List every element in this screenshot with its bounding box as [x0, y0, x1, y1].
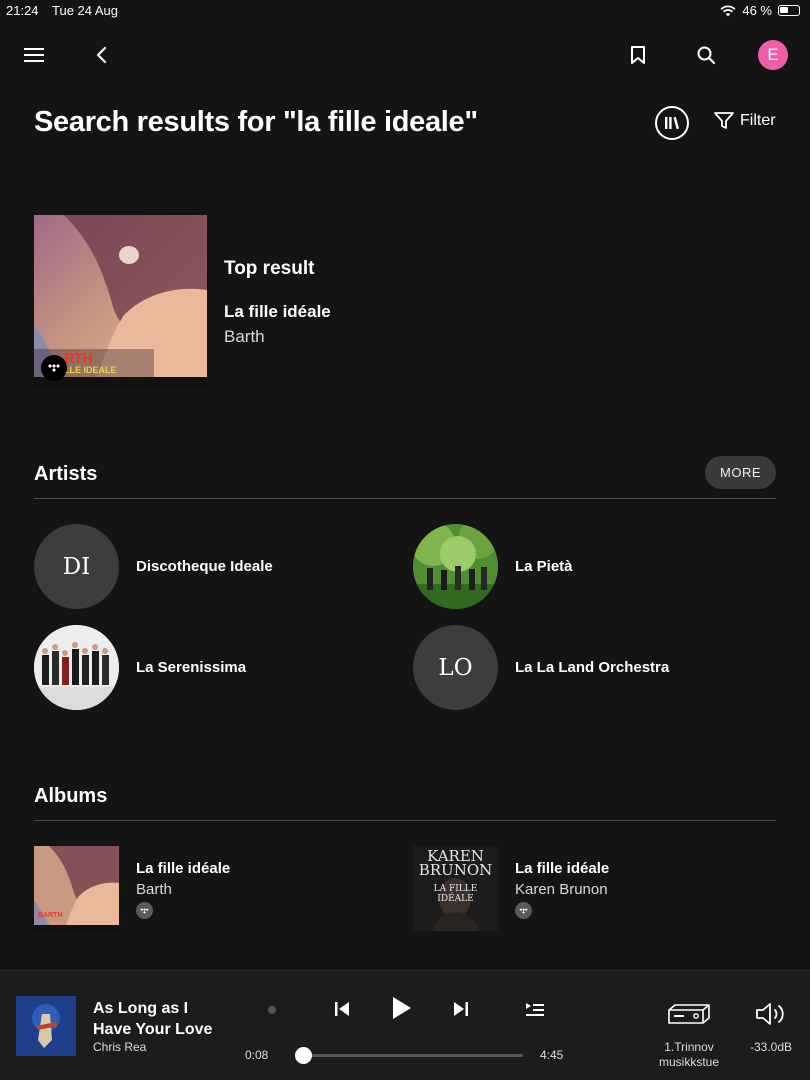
album-art-text: KAREN BRUNON — [413, 849, 498, 879]
artists-heading: Artists — [34, 463, 98, 485]
radio-indicator-icon — [268, 1006, 276, 1014]
search-button[interactable] — [694, 43, 718, 67]
top-result-artist[interactable]: Barth — [224, 327, 265, 347]
tidal-badge — [41, 355, 67, 381]
status-bar: 21:24 Tue 24 Aug 46 % — [0, 0, 810, 22]
album-title: La fille idéale — [515, 860, 610, 877]
artist-photo — [413, 524, 498, 609]
album-item[interactable]: KAREN BRUNON LA FILLE IDÉALE La fille id… — [413, 846, 609, 931]
filter-label: Filter — [740, 112, 776, 129]
artist-photo-image — [413, 524, 498, 609]
hamburger-menu-icon — [24, 48, 44, 62]
artist-name: La La Land Orchestra — [515, 659, 670, 676]
library-button[interactable] — [655, 106, 689, 140]
next-button[interactable] — [449, 997, 473, 1021]
album-item[interactable]: BARTH La fille idéale Barth — [34, 846, 230, 931]
album-art-text-line: LA FILLE — [433, 884, 478, 894]
filter-button[interactable]: Filter — [714, 112, 776, 130]
tidal-icon — [519, 907, 528, 914]
now-playing-bar: As Long as I Have Your Love Chris Rea 0:… — [0, 970, 810, 1080]
progress-handle[interactable] — [294, 1047, 312, 1064]
amplifier-icon — [668, 1004, 710, 1024]
album-art-text: RTH LLE IDEALE — [64, 350, 117, 376]
album-art-text-line: RTH — [64, 350, 93, 366]
avatar[interactable]: E — [758, 40, 788, 70]
album-art-image — [16, 996, 76, 1056]
filter-icon — [714, 112, 734, 129]
tidal-badge — [515, 902, 532, 919]
top-result-title[interactable]: La fille idéale — [224, 302, 331, 322]
album-artist: Barth — [136, 881, 172, 898]
artist-initials-avatar: DI — [34, 524, 119, 609]
now-playing-artwork[interactable] — [16, 996, 76, 1056]
top-result-artwork[interactable]: RTH LLE IDEALE — [34, 215, 207, 388]
back-button[interactable] — [90, 43, 114, 67]
artist-name: La Serenissima — [136, 659, 247, 676]
album-art-text-line: LLE IDEALE — [64, 365, 117, 375]
play-button[interactable] — [386, 993, 416, 1023]
divider — [34, 820, 776, 821]
artist-name: Discotheque Ideale — [136, 558, 273, 575]
tidal-icon — [140, 907, 149, 914]
now-playing-title[interactable]: As Long as I Have Your Love — [93, 998, 223, 1040]
artist-item[interactable]: LO La La Land Orchestra — [413, 625, 669, 710]
play-icon — [393, 997, 411, 1019]
divider — [34, 498, 776, 499]
progress-track[interactable] — [297, 1054, 523, 1057]
more-artists-button[interactable]: MORE — [705, 456, 776, 489]
zone-name[interactable]: 1.Trinnov musikkstue — [648, 1040, 730, 1070]
artist-photo-image — [34, 625, 119, 710]
album-thumbnail: KAREN BRUNON LA FILLE IDÉALE — [413, 846, 498, 931]
status-time: 21:24 — [6, 3, 39, 18]
album-title: La fille idéale — [136, 860, 231, 877]
artist-item[interactable]: DI Discotheque Ideale — [34, 524, 273, 609]
top-result-label: Top result — [224, 258, 315, 279]
menu-button[interactable] — [22, 43, 46, 67]
skip-previous-icon — [335, 1002, 349, 1016]
previous-button[interactable] — [330, 997, 354, 1021]
volume-button[interactable] — [755, 999, 787, 1029]
chevron-left-icon — [96, 46, 107, 64]
status-right: 46 % — [720, 3, 800, 18]
library-icon — [665, 116, 679, 130]
queue-button[interactable] — [523, 997, 547, 1021]
total-time: 4:45 — [540, 1048, 564, 1062]
now-playing-artist[interactable]: Chris Rea — [93, 1040, 146, 1054]
skip-next-icon — [454, 1002, 468, 1016]
album-art-text: BARTH — [38, 912, 63, 919]
artist-item[interactable]: La Serenissima — [34, 625, 246, 710]
artist-name: La Pietà — [515, 558, 573, 575]
bookmark-button[interactable] — [626, 43, 650, 67]
bookmark-icon — [631, 46, 645, 64]
page-title: Search results for "la fille ideale" — [34, 106, 478, 138]
album-thumbnail: BARTH — [34, 846, 119, 931]
artist-photo — [34, 625, 119, 710]
album-artist: Karen Brunon — [515, 881, 608, 898]
tidal-badge — [136, 902, 153, 919]
album-art-subtitle: LA FILLE IDÉALE — [413, 884, 498, 904]
volume-level: -33.0dB — [749, 1040, 793, 1054]
wifi-icon — [720, 4, 736, 16]
zone-button[interactable] — [664, 999, 714, 1029]
artist-item[interactable]: La Pietà — [413, 524, 573, 609]
battery-icon — [778, 5, 800, 16]
album-art-text-line: IDÉALE — [437, 894, 474, 904]
tidal-icon — [48, 364, 60, 372]
albums-heading: Albums — [34, 785, 108, 807]
status-date: Tue 24 Aug — [52, 3, 119, 18]
artist-initials-avatar: LO — [413, 625, 498, 710]
battery-percent: 46 % — [742, 3, 772, 18]
album-art-text-line: BRUNON — [418, 861, 493, 879]
queue-icon — [526, 1003, 544, 1016]
search-icon — [697, 46, 716, 65]
speaker-icon — [756, 1003, 784, 1025]
elapsed-time: 0:08 — [245, 1048, 269, 1062]
